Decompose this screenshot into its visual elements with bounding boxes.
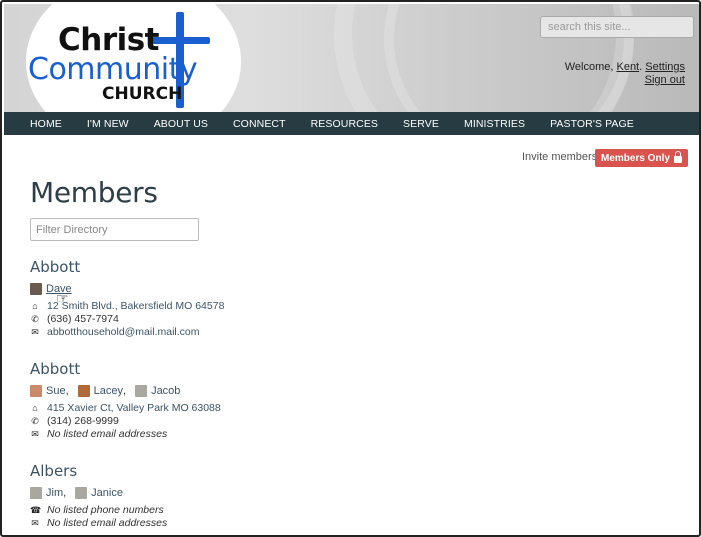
nav-item-ministries[interactable]: MINISTRIES — [464, 118, 525, 130]
settings-link[interactable]: Settings — [645, 61, 685, 73]
phone-icon: ✆ — [31, 314, 39, 324]
filter-directory-input[interactable] — [30, 218, 199, 241]
members-only-button[interactable]: Members Only — [595, 149, 688, 167]
envelope-icon: ✉ — [31, 327, 39, 337]
site-search-input[interactable] — [540, 16, 694, 38]
welcome-text: Welcome, — [564, 61, 617, 73]
avatar — [30, 385, 42, 397]
member-link[interactable]: Sue — [30, 385, 66, 397]
phone-text: (314) 268-9999 — [47, 415, 119, 427]
member-separator: , — [123, 385, 127, 397]
member-separator: , — [63, 487, 67, 499]
home-icon: ⌂ — [32, 403, 38, 413]
no-phone-text: No listed phone numbers — [47, 504, 164, 516]
address-text[interactable]: 415 Xavier Ct, Valley Park MO 63088 — [47, 402, 221, 415]
address-text[interactable]: 12 Smith Blvd., Bakersfield MO 64578 — [47, 300, 224, 313]
main-nav: HOME I'M NEW ABOUT US CONNECT RESOURCES … — [4, 112, 699, 135]
nav-item-pastors-page[interactable]: PASTOR'S PAGE — [550, 118, 634, 130]
home-icon: ⌂ — [32, 301, 38, 311]
cross-icon-bar — [152, 37, 210, 44]
member-name: Jacob — [151, 385, 181, 397]
nav-item-resources[interactable]: RESOURCES — [311, 118, 378, 130]
member-name: Jim — [46, 487, 64, 499]
hand-cursor-icon: ☞ — [56, 290, 69, 306]
phone-line: ☎ No listed phone numbers — [30, 504, 167, 517]
phone-icon: ✆ — [31, 416, 39, 426]
member-link[interactable]: Jacob — [135, 385, 180, 397]
phone-text: (636) 457-7974 — [47, 313, 119, 325]
family-name[interactable]: Abbott — [30, 360, 221, 378]
user-name-link[interactable]: Kent — [616, 61, 639, 73]
avatar — [75, 487, 88, 499]
members-only-label: Members Only — [601, 152, 670, 164]
email-line: ✉ No listed email addresses — [30, 428, 221, 441]
member-link[interactable]: Jim — [30, 487, 63, 499]
nav-item-connect[interactable]: CONNECT — [233, 118, 286, 130]
site-header: Christ Community CHURCH Welcome, Kent. S… — [4, 4, 699, 112]
invite-members-link[interactable]: Invite members — [522, 151, 597, 163]
nav-item-im-new[interactable]: I'M NEW — [87, 118, 129, 130]
phone-line: ✆ (314) 268-9999 — [30, 415, 221, 428]
nav-item-about-us[interactable]: ABOUT US — [154, 118, 208, 130]
email-line: ✉ No listed email addresses — [30, 517, 167, 530]
family-members: Jim , Janice — [30, 484, 167, 502]
sign-out-link[interactable]: Sign out — [645, 74, 685, 86]
member-name: Lacey — [93, 385, 123, 397]
no-email-text: No listed email addresses — [47, 517, 168, 529]
family-members: Sue , Lacey , Jacob — [30, 382, 221, 400]
phone-line: ✆ (636) 457-7974 — [30, 313, 224, 326]
nav-item-home[interactable]: HOME — [30, 118, 62, 130]
no-phone-icon: ☎ — [30, 505, 42, 515]
member-name: Sue — [46, 385, 66, 397]
member-separator: , — [65, 385, 69, 397]
email-line: ✉ abbotthousehold@mail.mail.com — [30, 326, 224, 339]
avatar — [77, 385, 90, 397]
logo-text-church: CHURCH — [102, 84, 183, 104]
family-name[interactable]: Abbott — [30, 258, 224, 276]
family-name[interactable]: Albers — [30, 462, 167, 480]
address-line: ⌂ 415 Xavier Ct, Valley Park MO 63088 — [30, 402, 221, 415]
lock-icon — [673, 151, 682, 163]
member-link[interactable]: Janice — [75, 487, 123, 499]
no-email-text: No listed email addresses — [47, 428, 168, 440]
envelope-icon: ✉ — [31, 429, 39, 439]
avatar — [30, 487, 42, 499]
envelope-icon: ✉ — [31, 518, 39, 528]
avatar — [135, 385, 148, 397]
page-title: Members — [30, 176, 158, 209]
member-link[interactable]: Lacey — [77, 385, 123, 397]
family-entry: Abbott Sue , Lacey , Jacob ⌂ 415 Xavier … — [30, 360, 221, 441]
family-entry: Albers Jim , Janice ☎ No listed phone nu… — [30, 462, 167, 530]
user-welcome: Welcome, Kent. Settings Sign out — [565, 61, 685, 87]
member-name: Janice — [91, 487, 123, 499]
browser-frame: Christ Community CHURCH Welcome, Kent. S… — [0, 0, 701, 537]
logo-text-community: Community — [28, 52, 198, 87]
nav-item-serve[interactable]: SERVE — [403, 118, 439, 130]
email-link[interactable]: abbotthousehold@mail.mail.com — [47, 326, 200, 339]
avatar — [30, 283, 42, 295]
